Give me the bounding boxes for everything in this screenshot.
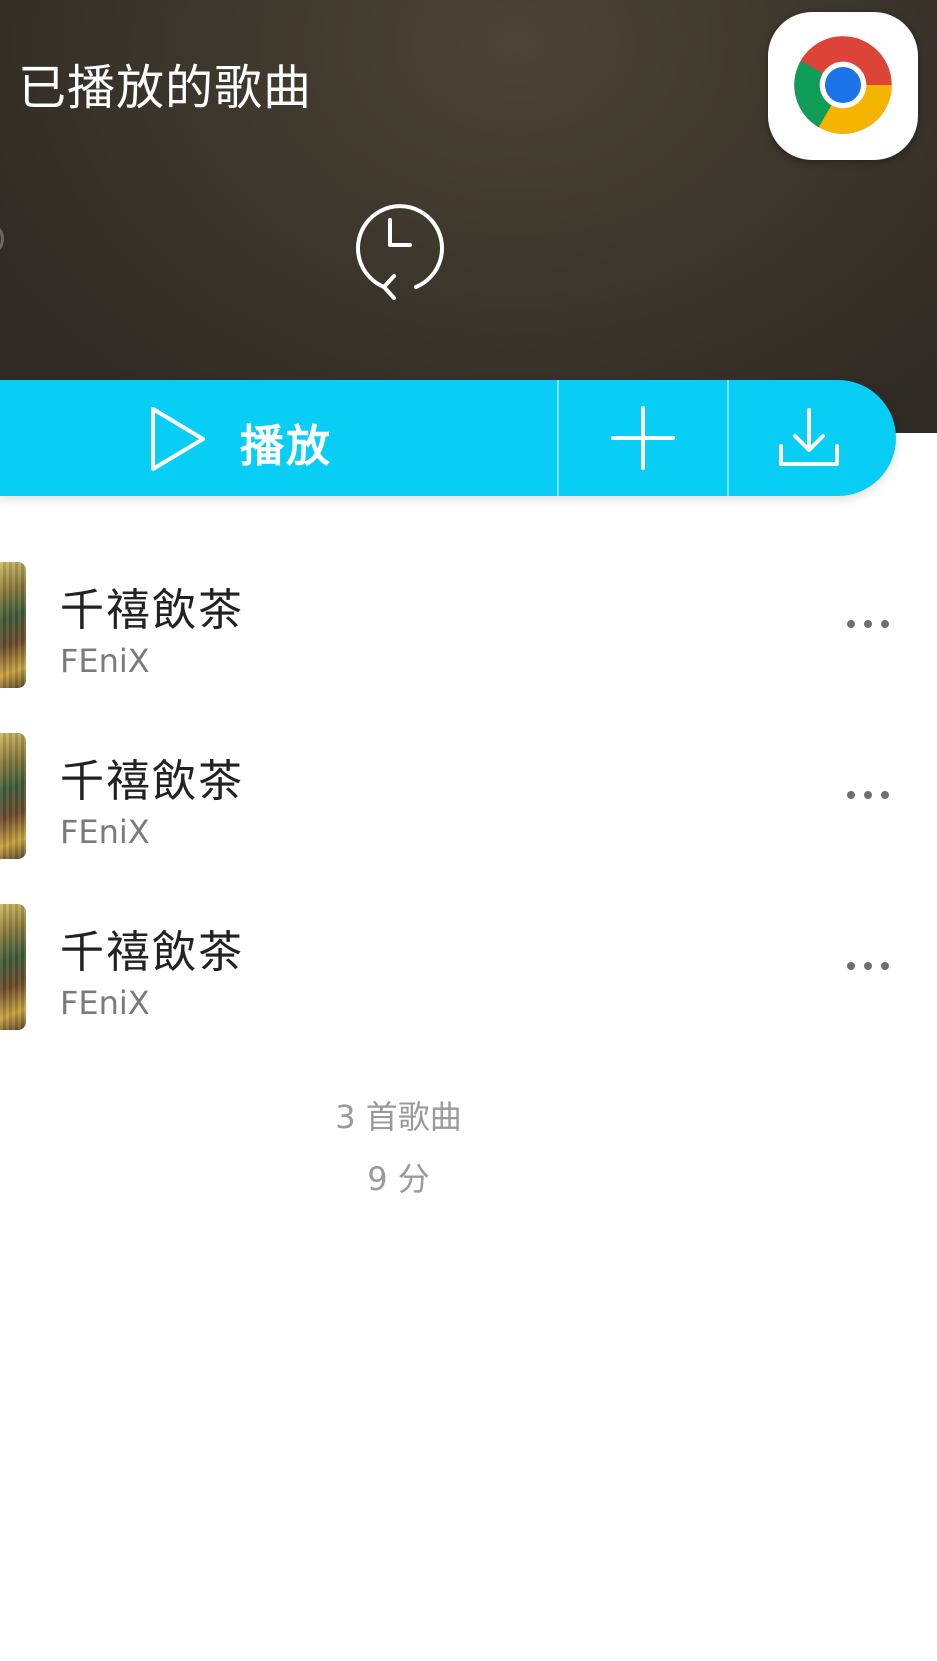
song-title: 千禧飲茶 (60, 585, 244, 636)
download-icon (779, 408, 839, 466)
more-options-icon[interactable] (845, 950, 895, 980)
album-thumbnail (0, 904, 26, 1030)
play-all-button[interactable]: 播放 (0, 380, 557, 496)
download-button[interactable] (729, 380, 896, 496)
action-bar: 播放 (0, 380, 896, 496)
play-icon (151, 407, 205, 471)
album-thumbnail (0, 562, 26, 688)
back-indicator[interactable] (0, 222, 4, 256)
more-options-icon[interactable] (845, 779, 895, 809)
song-artist: FEniX (60, 984, 150, 1022)
playlist-header: 已播放的歌曲 (0, 0, 937, 433)
played-songs-page: 已播放的歌曲 播放 千禧飲茶 FEniX 千禧飲茶 FEniX 千禧飲茶 FEn… (0, 0, 937, 1661)
page-title: 已播放的歌曲 (18, 60, 313, 116)
song-title: 千禧飲茶 (60, 756, 244, 807)
song-list-item[interactable]: 千禧飲茶 FEniX (0, 894, 937, 1065)
total-duration: 9 分 (367, 1160, 430, 1198)
history-icon (350, 200, 450, 310)
add-to-playlist-button[interactable] (559, 380, 727, 496)
song-list: 千禧飲茶 FEniX 千禧飲茶 FEniX 千禧飲茶 FEniX (0, 552, 937, 1065)
more-options-icon[interactable] (845, 608, 895, 638)
song-list-item[interactable]: 千禧飲茶 FEniX (0, 723, 937, 894)
song-count: 3 首歌曲 (335, 1098, 462, 1136)
song-artist: FEniX (60, 813, 150, 851)
chrome-icon (794, 36, 892, 134)
chrome-app-badge[interactable] (768, 12, 918, 160)
song-title: 千禧飲茶 (60, 927, 244, 978)
album-thumbnail (0, 733, 26, 859)
plus-icon (611, 406, 675, 470)
song-list-item[interactable]: 千禧飲茶 FEniX (0, 552, 937, 723)
play-label: 播放 (240, 421, 332, 472)
song-artist: FEniX (60, 642, 150, 680)
